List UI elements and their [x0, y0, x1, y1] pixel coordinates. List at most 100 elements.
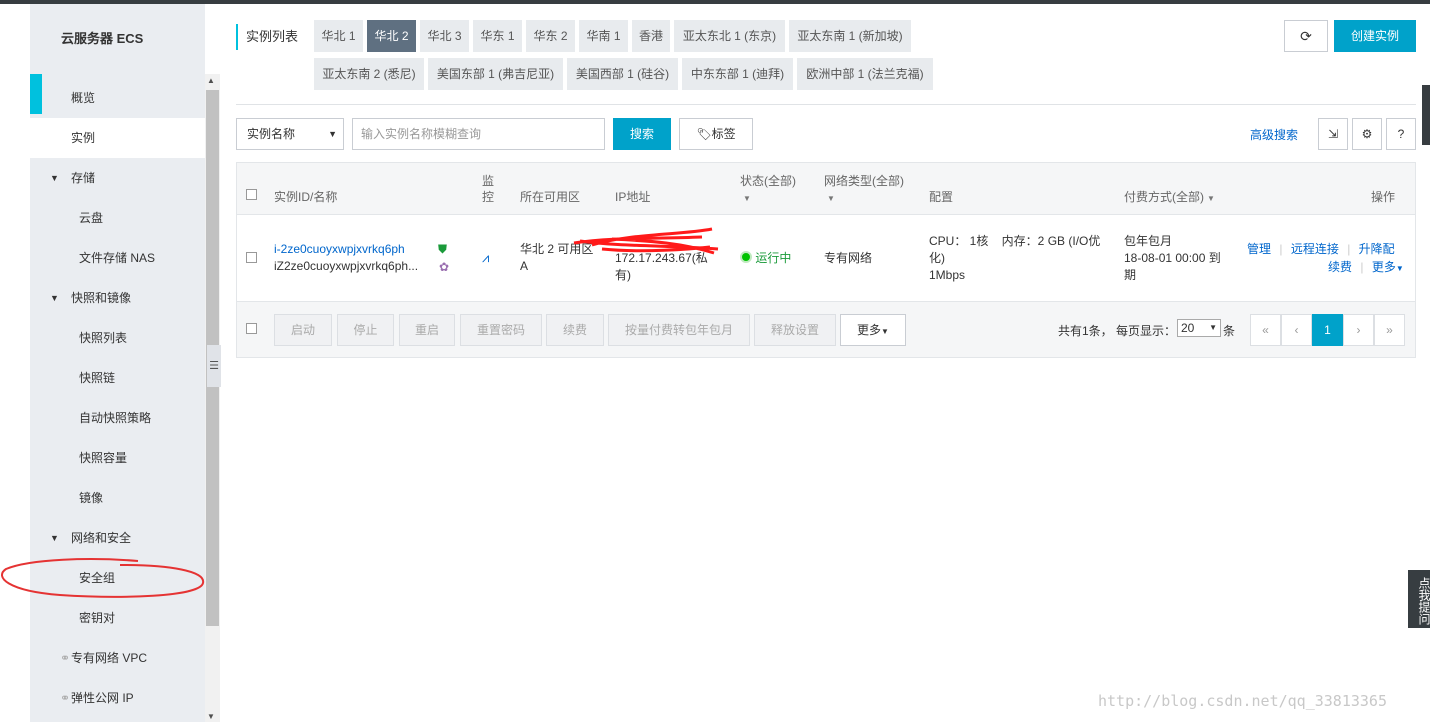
footer-more-label: 更多: [857, 323, 882, 337]
renew-button[interactable]: 续费: [546, 314, 604, 346]
reset-password-button[interactable]: 重置密码: [460, 314, 542, 346]
caret-down-icon: ▼: [827, 194, 835, 203]
monitor-chart-icon[interactable]: ⩘: [482, 249, 489, 266]
caret-down-icon: ▼: [50, 173, 59, 183]
first-page-button[interactable]: «: [1250, 314, 1281, 346]
sidebar-item-label: 快照链: [79, 371, 116, 385]
watermark: http://blog.csdn.net/qq_33813365: [1098, 692, 1387, 710]
column-header-network[interactable]: 网络类型(全部) ▼: [824, 173, 904, 207]
separator: |: [1279, 242, 1283, 256]
scroll-up-arrow-icon[interactable]: ▲: [207, 76, 215, 85]
sidebar-title: 云服务器 ECS: [61, 31, 144, 46]
sidebar-item-snapshot-chain[interactable]: 快照链: [30, 358, 205, 398]
sidebar-item-overview[interactable]: 概览: [30, 78, 205, 118]
instance-id-link[interactable]: i-2ze0cuoyxwpjxvrkq6ph: [274, 241, 405, 258]
billing-text: 包年包月 18-08-01 00:00 到期: [1124, 233, 1221, 284]
search-field-select[interactable]: 实例名称 ▼: [236, 118, 344, 150]
row-checkbox[interactable]: [246, 252, 257, 263]
footer-more-button[interactable]: 更多▼: [840, 314, 906, 346]
region-tab[interactable]: 欧洲中部 1 (法兰克福): [797, 58, 933, 90]
sidebar-item-snapshot-capacity[interactable]: 快照容量: [30, 438, 205, 478]
start-button[interactable]: 启动: [274, 314, 332, 346]
caret-down-icon: ▼: [1395, 264, 1404, 273]
total-count-text: 共有1条， 每页显示：: [1058, 324, 1177, 338]
column-header-status[interactable]: 状态(全部) ▼: [740, 173, 796, 207]
search-input[interactable]: [352, 118, 605, 150]
sidebar-item-nas[interactable]: 文件存储 NAS: [30, 238, 205, 278]
column-header-network-label: 网络类型(全部): [824, 174, 904, 188]
release-settings-button[interactable]: 释放设置: [754, 314, 836, 346]
sidebar-group-network-security[interactable]: ▼ 网络和安全: [30, 518, 205, 558]
last-page-button[interactable]: »: [1374, 314, 1405, 346]
column-header-billing[interactable]: 付费方式(全部) ▼: [1124, 189, 1215, 207]
caret-down-icon: ▼: [743, 194, 751, 203]
sidebar-item-eip[interactable]: ⚭ 弹性公网 IP: [30, 678, 205, 718]
create-instance-button[interactable]: 创建实例: [1334, 20, 1416, 52]
prev-page-button[interactable]: ‹: [1281, 314, 1312, 346]
search-button[interactable]: 搜索: [613, 118, 671, 150]
sidebar-item-instances[interactable]: 实例: [30, 118, 205, 158]
page-1-button[interactable]: 1: [1312, 314, 1343, 346]
region-tab[interactable]: 华南 1: [579, 20, 628, 52]
flower-icon: ✿: [439, 260, 450, 274]
refresh-button[interactable]: ⟳: [1284, 20, 1328, 52]
region-tab[interactable]: 华东 1: [473, 20, 522, 52]
sidebar-group-snapshots-images[interactable]: ▼ 快照和镜像: [30, 278, 205, 318]
settings-button[interactable]: ⚙: [1352, 118, 1382, 150]
column-header-id: 实例ID/名称: [274, 190, 338, 204]
more-actions-link[interactable]: 更多▼: [1372, 260, 1404, 274]
sidebar-item-disks[interactable]: 云盘: [30, 198, 205, 238]
row-actions: 管理 | 远程连接 | 升降配: [1247, 241, 1395, 258]
column-header-monitor: 监控: [482, 174, 495, 204]
status-text: 运行中: [755, 251, 792, 265]
sidebar-item-auto-snapshot-policy[interactable]: 自动快照策略: [30, 398, 205, 438]
sidebar-item-snapshot-list[interactable]: 快照列表: [30, 318, 205, 358]
select-all-checkbox[interactable]: [246, 189, 257, 200]
sidebar-group-storage[interactable]: ▼ 存储: [30, 158, 205, 198]
billing-line1: 包年包月: [1124, 234, 1173, 248]
export-button[interactable]: ⇲: [1318, 118, 1348, 150]
page-title: 实例列表: [236, 24, 298, 50]
sidebar-collapse-icon[interactable]: ☰: [207, 345, 221, 387]
help-button[interactable]: ?: [1386, 118, 1416, 150]
sidebar-item-label: 弹性公网 IP: [71, 691, 134, 705]
column-header-zone: 所在可用区: [520, 190, 581, 204]
float-help-button[interactable]: 点我提问: [1408, 570, 1430, 628]
page-size-select[interactable]: 20 ▼: [1177, 319, 1221, 337]
manage-link[interactable]: 管理: [1247, 242, 1271, 256]
region-tab[interactable]: 中东东部 1 (迪拜): [682, 58, 793, 90]
sidebar: 云服务器 ECS 概览 实例 ▼ 存储 云盘 文件存储 NAS ▼ 快照和镜像 快照…: [30, 4, 205, 722]
config-line2: 化): [929, 251, 945, 265]
region-tab[interactable]: 华北 3: [420, 20, 469, 52]
restart-button[interactable]: 重启: [399, 314, 455, 346]
region-tab[interactable]: 美国东部 1 (弗吉尼亚): [428, 58, 563, 90]
sidebar-item-vpc[interactable]: ⚭ 专有网络 VPC: [30, 638, 205, 678]
sidebar-item-label: 概览: [71, 91, 96, 105]
renew-link[interactable]: 续费: [1328, 260, 1352, 274]
remote-connect-link[interactable]: 远程连接: [1291, 242, 1339, 256]
stop-button[interactable]: 停止: [337, 314, 394, 346]
next-page-button[interactable]: ›: [1343, 314, 1374, 346]
tag-button[interactable]: 🏷标签: [679, 118, 753, 150]
region-tab[interactable]: 华东 2: [526, 20, 575, 52]
red-scribble-redaction: [573, 227, 719, 255]
footer-checkbox[interactable]: [246, 323, 257, 334]
region-tab[interactable]: 亚太东南 1 (新加坡): [789, 20, 911, 52]
upgrade-link[interactable]: 升降配: [1359, 242, 1395, 256]
status-badge: 运行中: [740, 250, 791, 267]
network-type: 专有网络: [824, 251, 873, 265]
convert-billing-button[interactable]: 按量付费转包年包月: [608, 314, 750, 346]
gear-icon: ⚙: [1361, 127, 1373, 141]
region-tab[interactable]: 美国西部 1 (硅谷): [567, 58, 678, 90]
region-tab[interactable]: 华北 1: [314, 20, 363, 52]
advanced-search-link[interactable]: 高级搜索: [1250, 126, 1298, 143]
sidebar-item-images[interactable]: 镜像: [30, 478, 205, 518]
region-tab[interactable]: 亚太东北 1 (东京): [674, 20, 785, 52]
region-tab[interactable]: 香港: [632, 20, 670, 52]
status-dot-icon: [740, 251, 752, 263]
sidebar-item-label: 快照容量: [79, 451, 128, 465]
scroll-down-arrow-icon[interactable]: ▼: [207, 712, 215, 721]
region-tab-active[interactable]: 华北 2: [367, 20, 416, 52]
region-tab[interactable]: 亚太东南 2 (悉尼): [314, 58, 424, 90]
float-side-tab[interactable]: [1422, 85, 1430, 145]
